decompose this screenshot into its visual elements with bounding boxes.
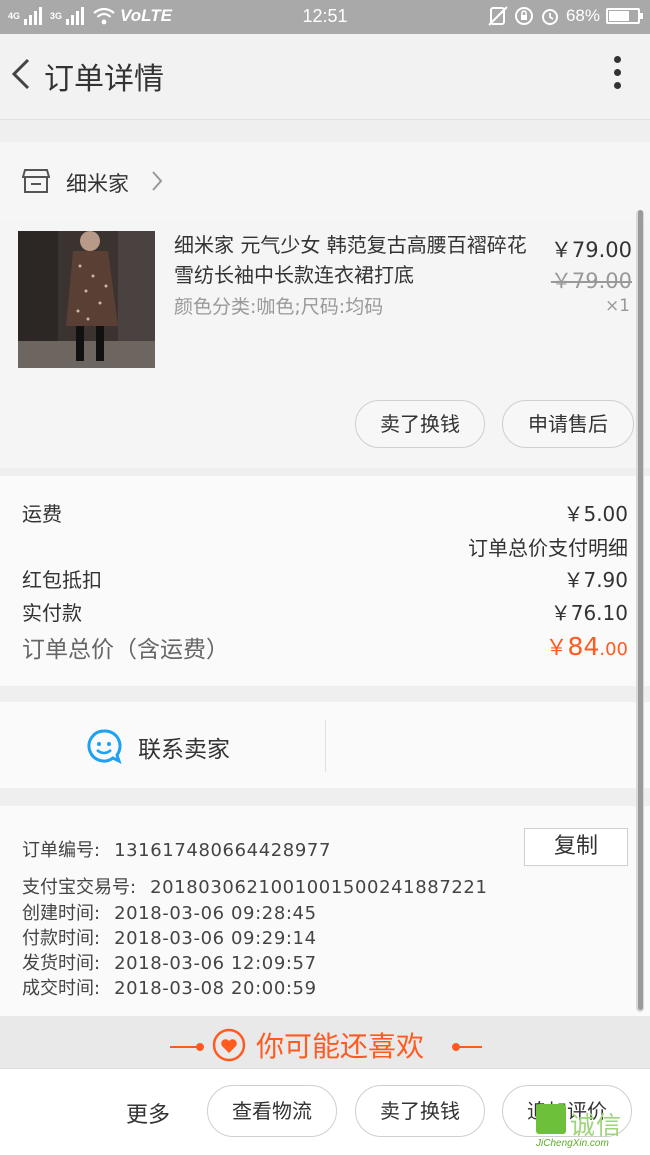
order-info: 复制 订单编号: 1316174806644289​77 支付宝交易号: 20180… — [0, 806, 650, 1016]
redpacket-row: 红包抵扣 ￥7.90 — [22, 564, 628, 593]
info-label: 成交时间: — [22, 978, 101, 999]
back-arrow-icon[interactable] — [6, 54, 36, 94]
no-sim-icon — [488, 6, 508, 26]
product-price: ￥79.00 — [550, 238, 632, 262]
total-currency: ￥ — [545, 636, 568, 661]
page-title: 订单详情 — [44, 62, 164, 97]
watermark-text: 诚信 — [570, 1111, 623, 1140]
total-label: 订单总价（含运费） — [22, 637, 229, 663]
paid-value: ￥76.10 — [550, 601, 628, 625]
info-value: 2018-03-08 20:00:59 — [114, 978, 317, 999]
chevron-right-icon — [152, 171, 163, 191]
total-integer: 84 — [567, 632, 600, 661]
divider — [456, 1046, 482, 1048]
info-label: 付款时间: — [22, 928, 101, 949]
paid-label: 实付款 — [22, 601, 82, 625]
redpacket-value: ￥7.90 — [563, 568, 628, 592]
redpacket-label: 红包抵扣 — [22, 568, 102, 592]
divider — [325, 720, 326, 772]
more-button[interactable]: 更多 — [126, 1097, 170, 1129]
watermark-sub: JiChengXin.com — [536, 1138, 609, 1149]
payment-detail-link[interactable]: 订单总价支付明细 — [468, 532, 628, 561]
watermark-logo: 诚信 JiChengXin.com — [536, 1104, 648, 1154]
info-row-order-number: 订单编号: 1316174806644289​77 — [22, 836, 331, 862]
product-original-price: ￥79.00 — [550, 269, 632, 293]
status-bar: 4G 3G VoLTE 12:51 68% — [0, 0, 650, 34]
rotation-lock-icon — [514, 7, 533, 25]
total-row: 订单总价（含运费） ￥84.00 — [22, 630, 628, 664]
info-row-paid: 付款时间: 2018-03-06 09:29:14 — [22, 924, 317, 950]
product-card[interactable]: 细米家 元气少女 韩范复古高腰百褶碎花雪纺长袖中长款连衣裙打底 颜色分类:咖色;… — [0, 220, 650, 468]
info-row-completed: 成交时间: 2018-03-08 20:00:59 — [22, 974, 317, 1000]
info-row-created: 创建时间: 2018-03-06 09:28:45 — [22, 899, 317, 925]
shipping-label: 运费 — [22, 502, 62, 526]
shipping-row: 运费 ￥5.00 — [22, 498, 628, 527]
shop-name[interactable]: 细米家 — [66, 168, 129, 198]
fee-summary: 运费 ￥5.00 订单总价支付明细 红包抵扣 ￥7.90 实付款 ￥76.10 … — [0, 476, 650, 686]
divider-dot — [196, 1043, 204, 1051]
recommend-header: 你可能还喜欢 — [0, 1016, 650, 1068]
info-value: 1316174806644289​77 — [114, 840, 332, 861]
info-label: 订单编号: — [22, 840, 101, 861]
view-logistics-button[interactable]: 查看物流 — [207, 1085, 337, 1137]
chat-smile-icon — [87, 729, 122, 764]
info-value: 2018-03-06 09:28:45 — [114, 903, 317, 924]
copy-order-number-button[interactable]: 复制 — [524, 828, 628, 866]
battery-icon — [606, 8, 643, 24]
battery-percent: 68% — [565, 6, 600, 25]
shipping-value: ￥5.00 — [563, 502, 628, 526]
alarm-icon — [541, 9, 558, 25]
contact-seller-button[interactable]: 联系卖家 — [138, 730, 230, 764]
paid-row: 实付款 ￥76.10 — [22, 597, 628, 626]
shop-row[interactable]: 细米家 — [0, 142, 650, 220]
sell-resell-button[interactable]: 卖了换钱 — [355, 400, 485, 448]
info-value: 2018-03-06 09:29:14 — [114, 928, 317, 949]
info-label: 创建时间: — [22, 903, 101, 924]
product-thumbnail[interactable] — [18, 231, 155, 368]
info-label: 支付宝交易号: — [22, 877, 137, 898]
product-sku: 颜色分类:咖色;尺码:均码 — [174, 296, 384, 318]
scrollbar-thumb[interactable] — [638, 210, 643, 1010]
store-icon — [22, 169, 50, 193]
info-value: 2018030621001001500241887221 — [150, 877, 488, 898]
total-value: ￥84.00 — [546, 630, 628, 662]
nav-bar: 订单详情 — [0, 34, 650, 120]
product-quantity: ×1 — [604, 296, 630, 316]
product-title[interactable]: 细米家 元气少女 韩范复古高腰百褶碎花雪纺长袖中长款连衣裙打底 — [174, 230, 544, 290]
heart-icon — [212, 1028, 246, 1062]
info-row-shipped: 发货时间: 2018-03-06 12:09:57 — [22, 949, 317, 975]
more-menu-icon[interactable] — [612, 56, 622, 96]
info-value: 2018-03-06 12:09:57 — [114, 953, 317, 974]
info-row-alipay-number: 支付宝交易号: 2018030621001001500241887221 — [22, 873, 488, 899]
sell-resell-button[interactable]: 卖了换钱 — [355, 1085, 485, 1137]
watermark-mark — [536, 1104, 566, 1134]
contact-seller-section: 联系卖家 — [0, 702, 650, 788]
after-sales-button[interactable]: 申请售后 — [502, 400, 634, 448]
info-label: 发货时间: — [22, 953, 101, 974]
recommend-title: 你可能还喜欢 — [256, 1030, 425, 1063]
total-decimal: .00 — [599, 639, 628, 660]
